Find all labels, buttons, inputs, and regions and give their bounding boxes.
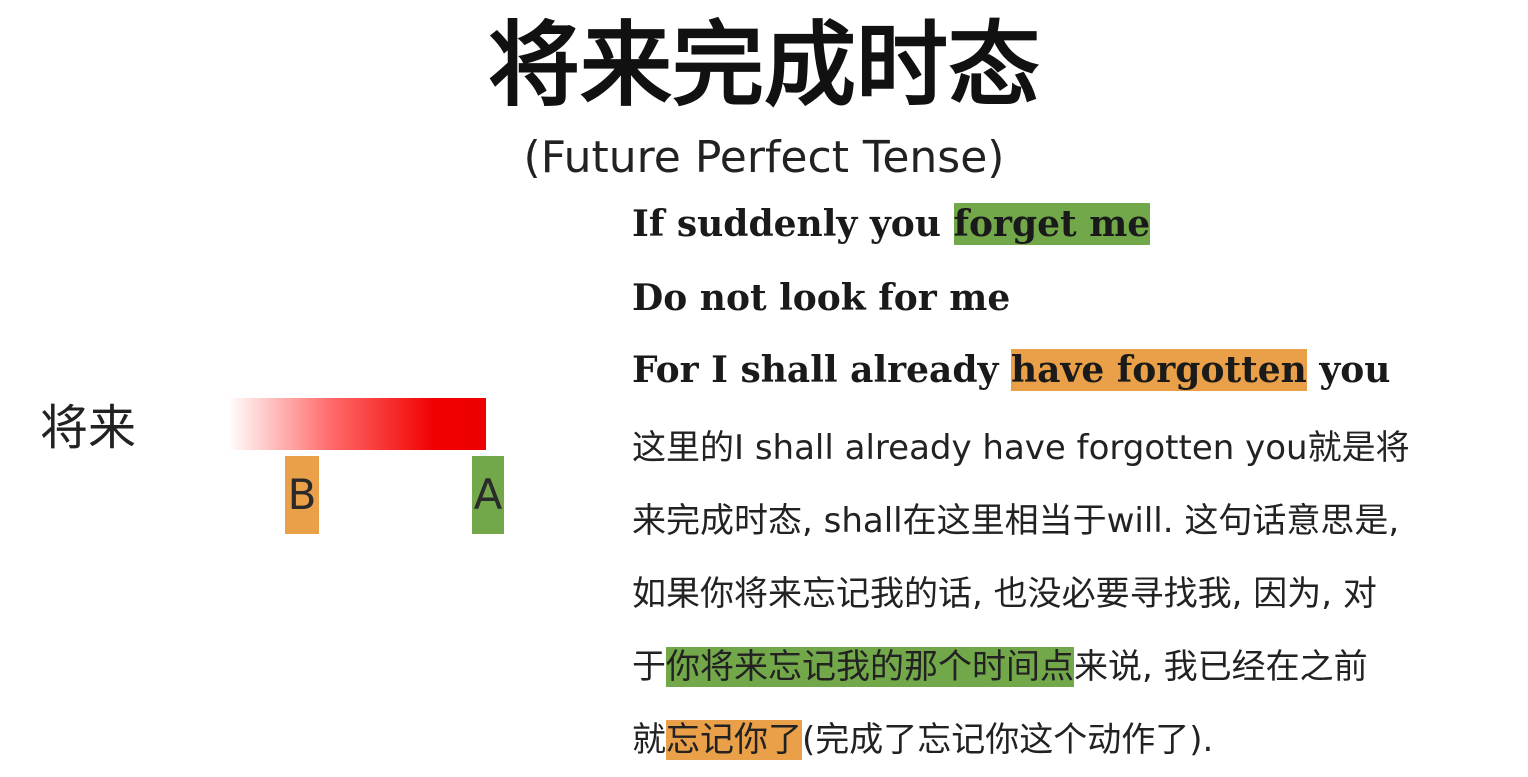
explanation-line-3: 如果你将来忘记我的话, 也没必要寻找我, 因为, 对 (632, 574, 1377, 614)
poem-line-1: If suddenly you forget me (632, 194, 1151, 254)
explanation-line-1: 这里的I shall already have forgotten you就是将 (632, 428, 1410, 468)
explanation-line-5-start: 就 (632, 720, 666, 760)
highlight-have-forgotten: have forgotten (1010, 349, 1307, 391)
explanation-line-2: 来完成时态, shall在这里相当于will. 这句话意思是, (632, 501, 1400, 541)
explanation-line-4-start: 于 (632, 647, 666, 687)
timeline-bar (228, 398, 486, 450)
highlight-forgot-you: 忘记你了 (666, 720, 802, 760)
marker-a: A (472, 456, 504, 534)
explanation-line-4-end: 来说, 我已经在之前 (1074, 647, 1368, 687)
explanation-paragraph: 这里的I shall already have forgotten you就是将… (632, 412, 1512, 777)
explanation-line-5: 就忘记你了(完成了忘记你这个动作了). (632, 704, 1512, 777)
marker-b: B (285, 456, 319, 534)
page-title: 将来完成时态 (487, 11, 1040, 119)
poem-line-3-end: you (1306, 349, 1391, 391)
timeline-label: 将来 (40, 400, 137, 456)
highlight-forget-me: forget me (953, 203, 1151, 245)
poem-line-3: For I shall already have forgotten you (632, 340, 1390, 400)
poem-line-2: Do not look for me (632, 277, 1011, 319)
page-subtitle: (Future Perfect Tense) (523, 132, 1005, 183)
highlight-time-point: 你将来忘记我的那个时间点 (666, 647, 1074, 687)
explanation-line-4: 于你将来忘记我的那个时间点来说, 我已经在之前 (632, 631, 1512, 704)
explanation-line-5-end: (完成了忘记你这个动作了). (802, 720, 1214, 760)
poem-line-1-text: If suddenly you (632, 203, 954, 245)
poem-line-3-text: For I shall already (632, 349, 1011, 391)
